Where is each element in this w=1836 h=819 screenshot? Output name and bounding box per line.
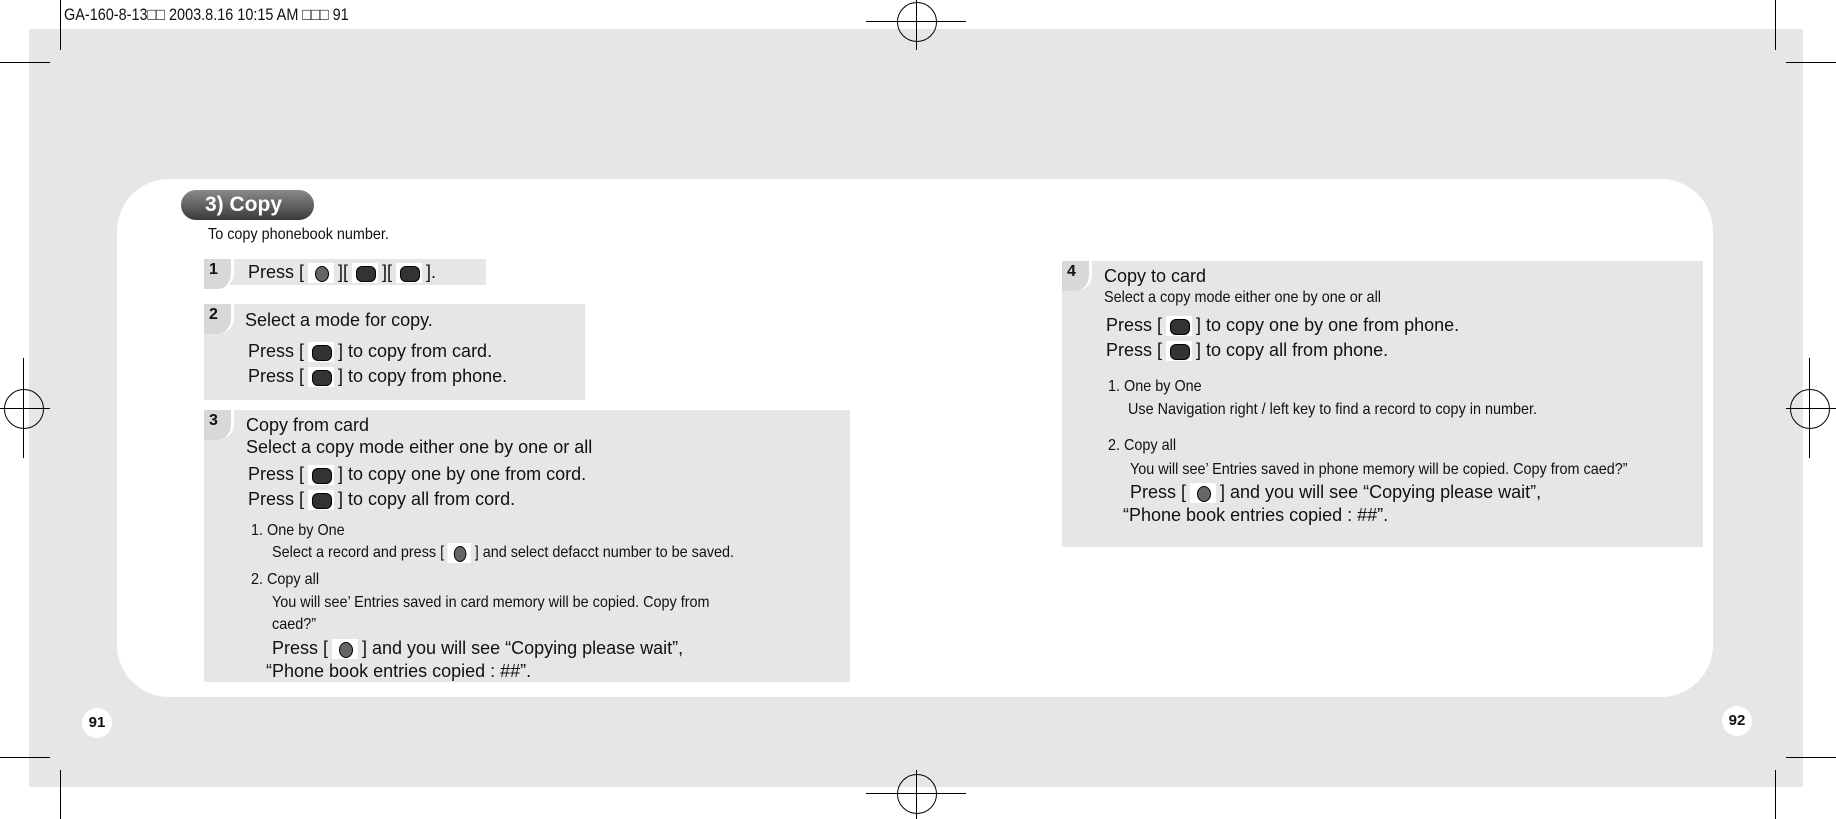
step-text: ] to copy one by one from cord. bbox=[338, 464, 587, 484]
key-2-icon bbox=[308, 490, 335, 511]
ok-key-icon bbox=[1190, 483, 1217, 504]
step-text: “Phone book entries copied : ##”. bbox=[1123, 505, 1389, 525]
key-2-icon bbox=[1166, 341, 1193, 362]
registration-mark bbox=[916, 770, 917, 819]
key-3-icon bbox=[396, 263, 423, 284]
step-title: Copy to card bbox=[1104, 266, 1207, 286]
registration-mark bbox=[4, 389, 44, 429]
crop-mark bbox=[0, 757, 50, 758]
step-text: ] to copy from phone. bbox=[338, 366, 508, 386]
registration-mark bbox=[897, 2, 937, 42]
step-text: ] and you will see “Copying please wait”… bbox=[1220, 482, 1542, 502]
step-heading: 2. Copy all bbox=[1108, 437, 1177, 454]
key-1-icon bbox=[1166, 316, 1193, 337]
step-text: Press [ bbox=[1106, 315, 1163, 335]
step-text: Press [ bbox=[1106, 340, 1163, 360]
registration-mark bbox=[897, 774, 937, 814]
key-4-icon bbox=[352, 263, 379, 284]
step-heading: 1. One by One bbox=[1108, 378, 1202, 395]
step-text: ] and you will see “Copying please wait”… bbox=[362, 638, 684, 658]
crop-mark bbox=[1775, 770, 1776, 819]
step-text: ]. bbox=[426, 262, 437, 282]
step-text: “Phone book entries copied : ##”. bbox=[266, 661, 532, 681]
ok-key-icon bbox=[308, 263, 335, 284]
step-text: ][ bbox=[338, 262, 349, 282]
step-text: ] to copy from card. bbox=[338, 341, 493, 361]
step-text: ][ bbox=[382, 262, 393, 282]
step-text: Press [ bbox=[248, 341, 305, 361]
crop-mark bbox=[60, 0, 61, 50]
page-number-left: 91 bbox=[82, 708, 112, 738]
step-text: Press [ bbox=[248, 464, 305, 484]
step-number: 4 bbox=[1062, 261, 1092, 291]
registration-mark bbox=[1809, 358, 1810, 458]
step-text: Press [ bbox=[1130, 482, 1187, 502]
step-heading: 1. One by One bbox=[251, 522, 345, 539]
step-subtitle: Select a copy mode either one by one or … bbox=[1104, 289, 1381, 306]
key-2-icon bbox=[308, 367, 335, 388]
step-text: Press [ bbox=[248, 366, 305, 386]
registration-mark bbox=[1790, 389, 1830, 429]
step-2: 2 Select a mode for copy. Press [ ] to co… bbox=[204, 304, 585, 400]
step-text: caed?” bbox=[272, 616, 317, 633]
crop-mark bbox=[1786, 757, 1836, 758]
step-number: 3 bbox=[204, 410, 234, 440]
step-subtitle: Select a copy mode either one by one or … bbox=[246, 437, 593, 457]
step-text: Press [ bbox=[248, 262, 305, 282]
step-text: ] to copy one by one from phone. bbox=[1196, 315, 1460, 335]
step-text: ] to copy all from cord. bbox=[338, 489, 516, 509]
registration-mark bbox=[23, 358, 24, 458]
step-number: 2 bbox=[204, 304, 234, 334]
crop-mark bbox=[1786, 62, 1836, 63]
step-title: Select a mode for copy. bbox=[245, 310, 433, 330]
step-text: Select a record and press [ bbox=[272, 544, 445, 562]
crop-mark bbox=[0, 62, 50, 63]
step-3: 3 Copy from card Select a copy mode eith… bbox=[204, 410, 850, 682]
step-text: ] to copy all from phone. bbox=[1196, 340, 1389, 360]
step-1: 1 Press [ ][ ][]. bbox=[204, 259, 486, 289]
step-title: Copy from card bbox=[246, 415, 370, 435]
step-text: Press [ bbox=[272, 638, 329, 658]
section-title: 3) Copy bbox=[181, 190, 314, 220]
registration-mark bbox=[0, 408, 50, 409]
step-text: ] and select defacct number to be saved. bbox=[474, 544, 735, 562]
step-text: Press [ bbox=[248, 489, 305, 509]
ok-key-icon bbox=[332, 639, 359, 660]
key-1-icon bbox=[308, 342, 335, 363]
print-header: GA-160-8-13□□ 2003.8.16 10:15 AM □□□ 91 bbox=[64, 5, 349, 24]
ok-key-icon bbox=[447, 543, 472, 563]
step-text: You will see’ Entries saved in card memo… bbox=[272, 594, 710, 611]
key-1-icon bbox=[308, 465, 335, 486]
page-number-right: 92 bbox=[1722, 706, 1752, 736]
step-heading: 2. Copy all bbox=[251, 571, 320, 588]
intro-text: To copy phonebook number. bbox=[208, 226, 389, 243]
registration-mark bbox=[916, 0, 917, 50]
step-4: 4 Copy to card Select a copy mode either… bbox=[1062, 261, 1703, 547]
registration-mark bbox=[1786, 408, 1836, 409]
step-text: You will see’ Entries saved in phone mem… bbox=[1130, 461, 1628, 478]
step-text: Use Navigation right / left key to find … bbox=[1128, 401, 1538, 418]
step-number: 1 bbox=[204, 259, 234, 289]
crop-mark bbox=[1775, 0, 1776, 50]
crop-mark bbox=[60, 770, 61, 819]
